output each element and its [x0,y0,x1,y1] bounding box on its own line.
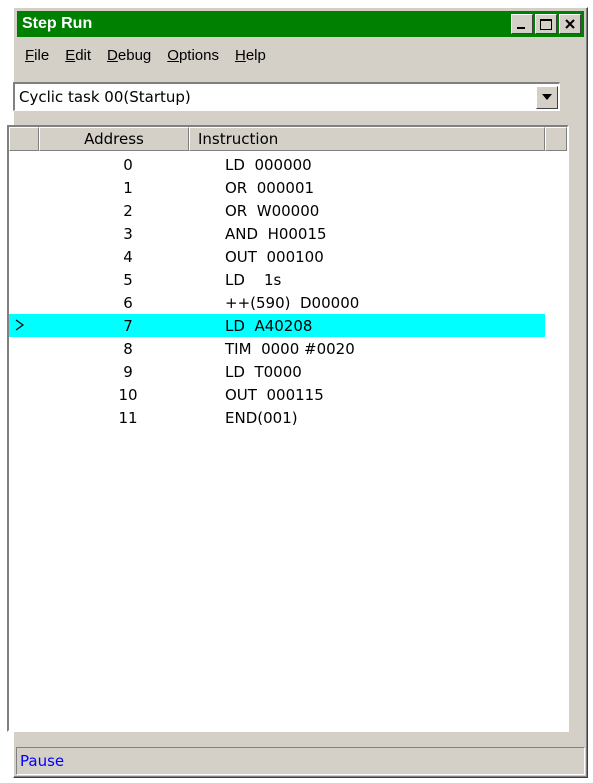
menu-mnemonic: F [25,46,35,64]
table-row[interactable]: 2 OR W00000 [9,199,567,222]
cell-instruction: LD 000000 [225,155,312,174]
menu-mnemonic: O [167,46,179,64]
table-row[interactable]: 11 END(001) [9,406,567,429]
column-header-instruction[interactable]: Instruction [189,127,545,151]
cell-address: 5 [123,270,133,289]
menu-mnemonic: D [107,46,118,64]
menu-options[interactable]: Options [159,47,227,64]
task-select-value: Cyclic task 00(Startup) [19,88,191,106]
table-row[interactable]: 6 ++(590) D00000 [9,291,567,314]
column-header-filler [545,127,567,151]
table-row[interactable]: 4 OUT 000100 [9,245,567,268]
cell-instruction: OR W00000 [225,201,320,220]
cell-address: 10 [118,385,138,404]
minimize-icon [517,27,525,29]
cell-instruction: OR 000001 [225,178,315,197]
menu-label-rest: ebug [117,46,152,64]
table-header: Address Instruction [9,127,567,151]
menu-bar: File Edit Debug Options Help [17,41,584,69]
cell-address: 7 [123,316,133,335]
row-marker-cell [9,222,39,245]
menu-label-rest: elp [245,46,266,64]
instruction-list[interactable]: Address Instruction 0 LD 000000 1 OR 000001… [7,125,569,732]
menu-label-rest: dit [75,46,92,64]
cell-instruction: END(001) [225,408,298,427]
row-marker-cell [9,153,39,176]
cell-address: 6 [123,293,133,312]
close-button[interactable] [559,14,581,34]
cell-address: 1 [123,178,133,197]
column-header-marker[interactable] [9,127,39,151]
table-row[interactable]: 8 TIM 0000 #0020 [9,337,567,360]
row-marker-cell [9,337,39,360]
menu-file[interactable]: File [17,47,57,64]
cell-address: 3 [123,224,133,243]
cell-address: 4 [123,247,133,266]
menu-mnemonic: E [65,46,76,64]
column-header-address[interactable]: Address [39,127,189,151]
row-marker-cell [9,360,39,383]
row-marker-cell [9,291,39,314]
chevron-down-icon [542,94,552,100]
table-row[interactable]: 0 LD 000000 [9,153,567,176]
maximize-icon [540,18,552,30]
row-marker-cell [9,383,39,406]
cell-address: 8 [123,339,133,358]
cell-address: 11 [118,408,138,427]
menu-debug[interactable]: Debug [99,47,159,64]
cell-instruction: AND H00015 [225,224,327,243]
menu-mnemonic: H [234,46,246,64]
menu-label-rest: ile [34,46,50,64]
row-marker-cell [9,199,39,222]
cell-instruction: TIM 0000 #0020 [225,339,355,358]
row-marker-cell [9,176,39,199]
title-bar[interactable]: Step Run [17,11,584,37]
menu-label-rest: ptions [178,46,219,64]
window-title: Step Run [22,15,93,32]
maximize-button[interactable] [535,14,557,34]
task-select-dropdown-button[interactable] [536,85,558,109]
task-select[interactable]: Cyclic task 00(Startup) [13,82,560,111]
row-marker-cell [9,268,39,291]
cell-instruction: LD T0000 [225,362,302,381]
row-marker-cell [9,245,39,268]
row-marker-cell [9,314,39,337]
table-row[interactable]: 10 OUT 000115 [9,383,567,406]
close-icon [565,19,575,29]
menu-help[interactable]: Help [227,47,274,64]
menu-edit[interactable]: Edit [57,47,99,64]
cell-instruction: LD A40208 [225,316,313,335]
cell-instruction: OUT 000100 [225,247,324,266]
table-row[interactable]: 9 LD T0000 [9,360,567,383]
cell-address: 0 [123,155,133,174]
cell-instruction: OUT 000115 [225,385,324,404]
minimize-button[interactable] [511,14,533,34]
table-row[interactable]: 1 OR 000001 [9,176,567,199]
table-row[interactable]: 5 LD 1s [9,268,567,291]
table-body: 0 LD 000000 1 OR 000001 2 OR W00000 3 AND H0001… [9,153,567,429]
cell-address: 2 [123,201,133,220]
table-row[interactable]: 3 AND H00015 [9,222,567,245]
row-marker-cell [9,406,39,429]
table-row-current[interactable]: 7 LD A40208 [9,314,545,337]
current-step-arrow-icon [15,319,25,331]
cell-address: 9 [123,362,133,381]
cell-instruction: ++(590) D00000 [225,293,360,312]
cell-instruction: LD 1s [225,270,282,289]
